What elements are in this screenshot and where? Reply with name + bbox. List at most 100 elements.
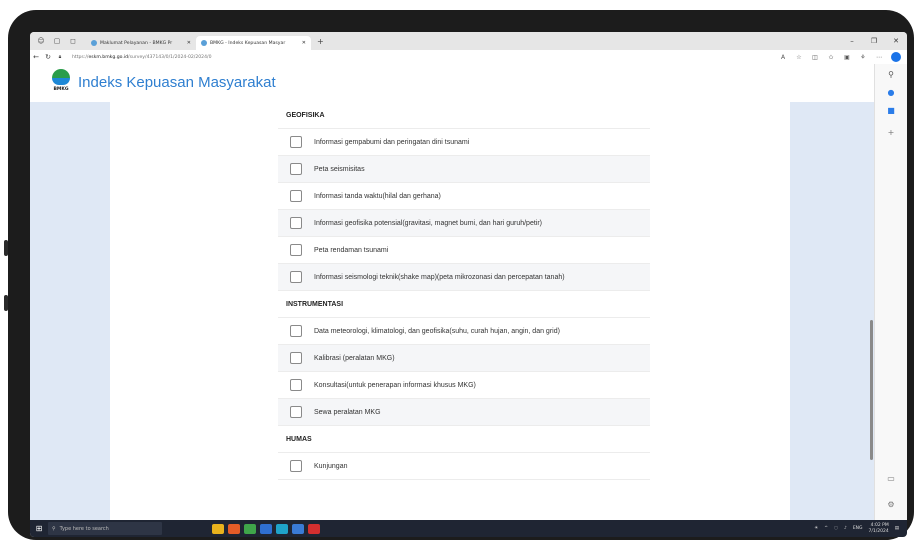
option-label: Peta rendaman tsunami <box>314 246 389 254</box>
search-icon[interactable]: ⚲ <box>886 70 896 80</box>
clock[interactable]: 4:02 PM 7/1/2024 <box>869 523 889 535</box>
layout-icon[interactable]: ▭ <box>886 474 896 484</box>
favorites-icon[interactable]: ✩ <box>823 54 839 61</box>
url-prefix: https:// <box>72 54 89 60</box>
notification-icon[interactable]: ▤ <box>895 526 899 531</box>
pdf-reader-icon[interactable] <box>308 523 320 534</box>
site-title[interactable]: Indeks Kepuasan Masyarakat <box>78 74 276 91</box>
option-label: Konsultasi(untuk penerapan informasi khu… <box>314 381 476 389</box>
checkbox-option[interactable]: Kunjungan <box>278 453 650 480</box>
close-icon[interactable]: ✕ <box>302 40 306 46</box>
checkbox[interactable] <box>290 379 302 391</box>
close-window-icon[interactable]: ✕ <box>885 37 907 45</box>
profile-icon[interactable]: ☺ <box>36 36 46 46</box>
checkbox-option[interactable]: Data meteorologi, klimatologi, dan geofi… <box>278 318 650 345</box>
back-icon[interactable]: ← <box>30 53 42 61</box>
collections-icon[interactable]: ▣ <box>839 54 855 61</box>
favicon-icon <box>91 40 97 46</box>
refresh-icon[interactable]: ↻ <box>42 53 54 61</box>
taskbar-search[interactable]: ⚲ Type here to search <box>48 522 162 535</box>
checkbox-option[interactable]: Konsultasi(untuk penerapan informasi khu… <box>278 372 650 399</box>
tray-arrow-icon[interactable]: ^ <box>824 526 828 531</box>
option-label: Sewa peralatan MKG <box>314 408 381 416</box>
checkbox-option[interactable]: Kalibrasi (peralatan MKG) <box>278 345 650 372</box>
add-icon[interactable]: + <box>886 128 896 138</box>
logo-shape-top <box>52 69 70 78</box>
minimize-icon[interactable]: – <box>841 37 863 45</box>
favorite-star-icon[interactable]: ☆ <box>791 54 807 61</box>
content-panel: GEOFISIKA Informasi gempabumi dan peringa… <box>110 102 790 520</box>
checkbox[interactable] <box>290 163 302 175</box>
checkbox[interactable] <box>290 460 302 472</box>
copilot-icon[interactable] <box>891 52 901 62</box>
url-field[interactable]: https://eskm.bmkg.go.id/survey/437143/0/… <box>72 55 775 60</box>
file-explorer-icon[interactable] <box>212 523 224 534</box>
site-header: BMKG Indeks Kepuasan Masyarakat <box>30 64 875 102</box>
checkbox[interactable] <box>290 352 302 364</box>
close-icon[interactable]: ✕ <box>187 40 191 46</box>
checkbox[interactable] <box>290 217 302 229</box>
section-heading: GEOFISIKA <box>278 102 650 129</box>
checkbox-option[interactable]: Peta rendaman tsunami <box>278 237 650 264</box>
web-page: BMKG Indeks Kepuasan Masyarakat GEOFISIK… <box>30 64 875 520</box>
option-label: Informasi geofisika potensial(gravitasi,… <box>314 219 543 227</box>
discover-icon[interactable]: ● <box>886 88 896 98</box>
tab-actions-icon[interactable]: ◻ <box>68 36 78 46</box>
url-host: eskm.bmkg.go.id <box>88 54 129 60</box>
new-tab-icon[interactable]: + <box>317 37 324 46</box>
start-icon[interactable]: ⊞ <box>30 524 48 533</box>
checkbox-option[interactable]: Informasi seismologi teknik(shake map)(p… <box>278 264 650 291</box>
address-bar: ← ↻ 🔒︎ https://eskm.bmkg.go.id/survey/43… <box>30 50 907 64</box>
clock-date: 7/1/2024 <box>868 528 889 534</box>
checkbox-option[interactable]: Informasi geofisika potensial(gravitasi,… <box>278 210 650 237</box>
split-screen-icon[interactable]: ◫ <box>807 54 823 61</box>
option-label: Kunjungan <box>314 462 348 470</box>
checkbox-option[interactable]: Peta seismisitas <box>278 156 650 183</box>
option-label: Informasi gempabumi dan peringatan dini … <box>314 138 470 146</box>
checkbox[interactable] <box>290 406 302 418</box>
tab-label: BMKG - Indeks Kepuasan Masyar <box>210 40 286 46</box>
edge-icon[interactable] <box>276 523 288 534</box>
scrollbar-thumb[interactable] <box>870 320 873 460</box>
app-icon[interactable] <box>260 523 272 534</box>
browser-tab-bar: ☺ ▢ ◻ Maklumat Pelayanan - BMKG Pr ✕ BMK… <box>30 32 907 50</box>
workspaces-icon[interactable]: ▢ <box>52 36 62 46</box>
system-tray: ☀ ^ ◌ ♪ ENG 4:02 PM 7/1/2024 ▤ <box>808 523 907 535</box>
network-icon[interactable]: ◌ <box>834 526 838 531</box>
settings-gear-icon[interactable]: ⚙ <box>886 500 896 510</box>
checkbox-option[interactable]: Informasi tanda waktu(hilal dan gerhana) <box>278 183 650 210</box>
store-icon[interactable] <box>292 523 304 534</box>
checkbox[interactable] <box>290 244 302 256</box>
checkbox[interactable] <box>290 136 302 148</box>
restore-icon[interactable]: ❐ <box>863 37 885 45</box>
checkbox[interactable] <box>290 190 302 202</box>
tab-maklumat[interactable]: Maklumat Pelayanan - BMKG Pr ✕ <box>86 36 196 50</box>
tools-icon[interactable]: ■ <box>886 106 896 116</box>
logo-shape-bottom <box>52 78 70 85</box>
section-heading: INSTRUMENTASI <box>278 291 650 318</box>
option-label: Informasi tanda waktu(hilal dan gerhana) <box>314 192 441 200</box>
read-aloud-icon[interactable]: A <box>775 54 791 61</box>
bmkg-logo[interactable]: BMKG <box>50 69 72 95</box>
weather-icon[interactable]: ☀ <box>814 526 818 531</box>
service-checklist: GEOFISIKA Informasi gempabumi dan peringa… <box>278 102 650 480</box>
tab-ikm[interactable]: BMKG - Indeks Kepuasan Masyar ✕ <box>196 36 311 50</box>
app-icon[interactable] <box>244 523 256 534</box>
tablet-device: ☺ ▢ ◻ Maklumat Pelayanan - BMKG Pr ✕ BMK… <box>4 10 914 540</box>
volume-icon[interactable]: ♪ <box>844 526 847 531</box>
language-indicator[interactable]: ENG <box>853 526 863 531</box>
checkbox-option[interactable]: Informasi gempabumi dan peringatan dini … <box>278 129 650 156</box>
window-controls: – ❐ ✕ <box>841 32 907 50</box>
extensions-icon[interactable]: ⚘ <box>855 54 871 61</box>
firefox-icon[interactable] <box>228 523 240 534</box>
checkbox[interactable] <box>290 271 302 283</box>
lock-icon[interactable]: 🔒︎ <box>54 54 66 60</box>
search-icon: ⚲ <box>52 525 56 532</box>
edge-sidebar: ⚲ ● ■ + ▭ ⚙ <box>874 64 907 520</box>
checkbox-option[interactable]: Sewa peralatan MKG <box>278 399 650 426</box>
checkbox[interactable] <box>290 325 302 337</box>
section-heading: HUMAS <box>278 426 650 453</box>
screen: ☺ ▢ ◻ Maklumat Pelayanan - BMKG Pr ✕ BMK… <box>30 32 907 537</box>
url-path: /survey/437143/0/1/2024-02/2024/0 <box>128 54 212 60</box>
more-icon[interactable]: ⋯ <box>871 54 887 61</box>
